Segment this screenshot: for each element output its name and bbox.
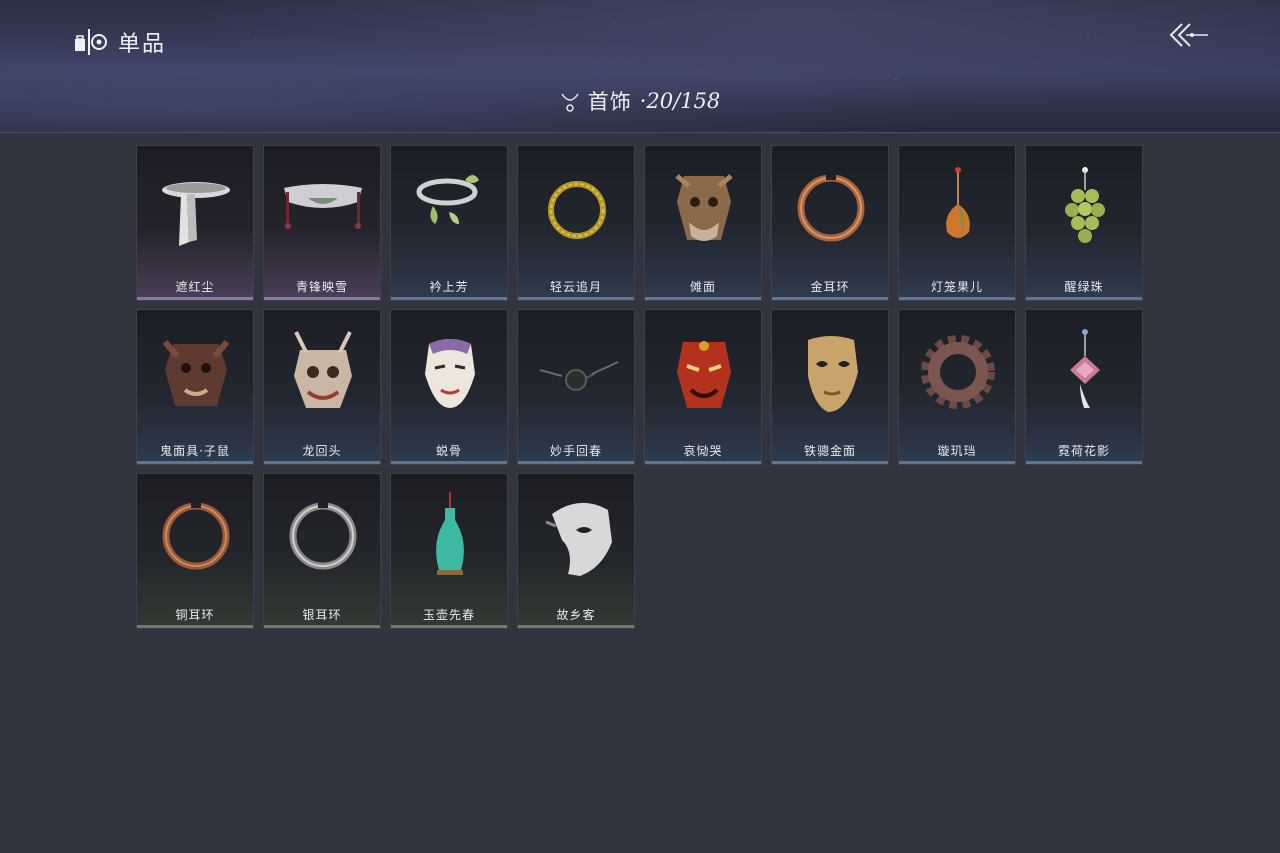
item-grid: 遮红尘 青锋映雪 衿上芳 轻云追月 傩面 金耳环 灯笼果儿 醒绿珠 鬼面具·子鼠… bbox=[136, 145, 1143, 629]
brand: 单品 bbox=[74, 26, 166, 58]
item-label: 傩面 bbox=[689, 280, 716, 294]
item-label: 青锋映雪 bbox=[295, 280, 348, 294]
item-card[interactable]: 傩面 bbox=[644, 145, 762, 301]
item-card[interactable]: 霓荷花影 bbox=[1025, 309, 1143, 465]
item-card[interactable]: 玉壶先春 bbox=[390, 473, 508, 629]
header-banner: 单品 首饰 ·20/158 bbox=[0, 0, 1280, 133]
item-card[interactable]: 轻云追月 bbox=[517, 145, 635, 301]
green-grape-pin-icon bbox=[1065, 167, 1105, 243]
item-label: 灯笼果儿 bbox=[930, 280, 983, 294]
opera-mask-icon bbox=[425, 339, 475, 408]
item-card[interactable]: 龙回头 bbox=[263, 309, 381, 465]
item-card[interactable]: 遮红尘 bbox=[136, 145, 254, 301]
gear-ring-icon bbox=[921, 335, 995, 409]
rat-demon-mask-icon bbox=[162, 340, 230, 406]
round-glasses-icon bbox=[539, 361, 619, 391]
item-card[interactable]: 故乡客 bbox=[517, 473, 635, 629]
page-title: 单品 bbox=[118, 32, 167, 57]
lotus-hairpin-icon bbox=[1070, 329, 1100, 408]
item-card[interactable]: 鬼面具·子鼠 bbox=[136, 309, 254, 465]
jade-vase-icon bbox=[436, 492, 464, 575]
red-oni-mask-icon bbox=[677, 341, 731, 408]
item-label: 龙回头 bbox=[302, 444, 342, 458]
item-label: 璇玑珰 bbox=[937, 444, 977, 458]
silver-earring-icon bbox=[289, 502, 357, 570]
item-label: 轻云追月 bbox=[549, 280, 602, 294]
item-label: 哀恸哭 bbox=[683, 444, 723, 458]
item-label: 遮红尘 bbox=[175, 280, 215, 294]
item-label: 铁骢金面 bbox=[803, 444, 856, 458]
category-header: 首饰 ·20/158 bbox=[0, 86, 1280, 116]
item-label: 醒绿珠 bbox=[1064, 280, 1104, 294]
item-card[interactable]: 衿上芳 bbox=[390, 145, 508, 301]
item-card[interactable]: 金耳环 bbox=[771, 145, 889, 301]
item-label: 妙手回春 bbox=[549, 444, 602, 458]
back-arrow-icon[interactable] bbox=[1166, 20, 1210, 50]
dragon-mask-icon bbox=[294, 331, 352, 408]
item-card[interactable]: 妙手回春 bbox=[517, 309, 635, 465]
necklace-icon bbox=[561, 93, 579, 112]
item-card[interactable]: 哀恸哭 bbox=[644, 309, 762, 465]
item-label: 铜耳环 bbox=[175, 608, 215, 622]
item-card[interactable]: 灯笼果儿 bbox=[898, 145, 1016, 301]
item-card[interactable]: 铜耳环 bbox=[136, 473, 254, 629]
item-card[interactable]: 铁骢金面 bbox=[771, 309, 889, 465]
item-label: 金耳环 bbox=[810, 280, 850, 294]
gold-earring-icon bbox=[797, 174, 865, 242]
category-count: ·20/158 bbox=[639, 89, 721, 113]
item-label: 蜕骨 bbox=[435, 444, 462, 458]
white-ribbon-icon bbox=[162, 182, 230, 246]
ginkgo-bracelet-icon bbox=[416, 175, 479, 224]
item-label: 玉壶先春 bbox=[422, 608, 475, 622]
item-label: 霓荷花影 bbox=[1057, 444, 1110, 458]
item-card[interactable]: 青锋映雪 bbox=[263, 145, 381, 301]
item-label: 衿上芳 bbox=[429, 280, 469, 294]
nuo-mask-icon bbox=[675, 174, 733, 241]
item-label: 故乡客 bbox=[556, 608, 596, 622]
item-label: 鬼面具·子鼠 bbox=[160, 444, 230, 458]
item-card[interactable]: 璇玑珰 bbox=[898, 309, 1016, 465]
item-card[interactable]: 醒绿珠 bbox=[1025, 145, 1143, 301]
ribbon-tiara-icon bbox=[284, 184, 362, 229]
copper-earring-icon bbox=[162, 502, 230, 570]
gold-face-mask-icon bbox=[808, 336, 858, 412]
item-label: 银耳环 bbox=[302, 608, 342, 622]
collection-icon bbox=[75, 29, 107, 55]
white-half-mask-icon bbox=[545, 502, 612, 576]
lantern-fruit-icon bbox=[946, 167, 970, 238]
category-name: 首饰 bbox=[587, 90, 632, 114]
item-card[interactable]: 蜕骨 bbox=[390, 309, 508, 465]
gold-torque-icon bbox=[548, 181, 606, 239]
item-card[interactable]: 银耳环 bbox=[263, 473, 381, 629]
